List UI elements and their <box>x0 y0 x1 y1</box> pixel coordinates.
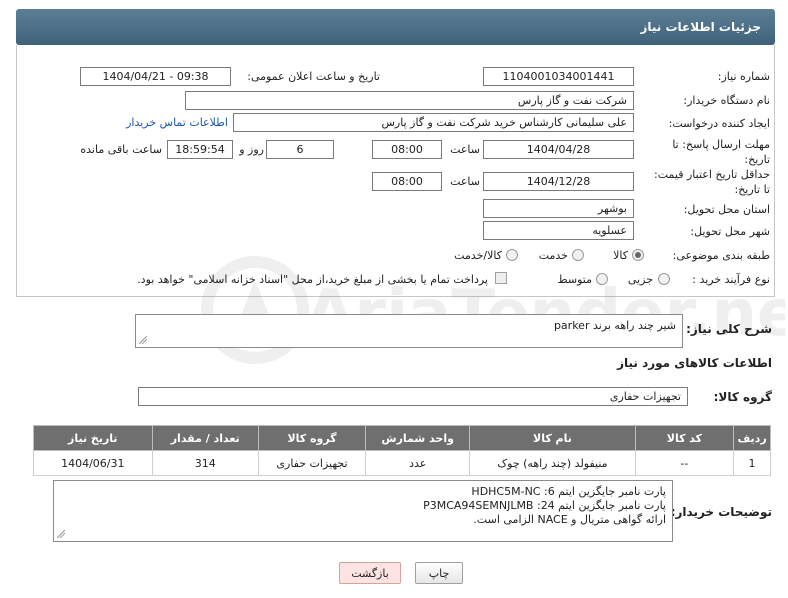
purchase-radio-minor[interactable] <box>658 273 670 285</box>
purchase-type-label: نوع فرآیند خرید : <box>692 273 770 286</box>
treasury-payment-checkbox[interactable] <box>495 272 507 284</box>
purchase-option-minor: جزیی <box>627 273 653 286</box>
col-code: کد کالا <box>634 425 735 451</box>
col-need-date: تاریخ نیاز <box>33 425 153 451</box>
table-row[interactable]: 1 -- منیفولد (چند راهه) چوک عدد تجهیزات … <box>33 450 771 476</box>
validity-time-label: ساعت <box>450 175 480 188</box>
need-number-label: شماره نیاز: <box>717 70 770 83</box>
city-label: شهر محل تحویل: <box>690 225 770 238</box>
category-label: طبقه بندی موضوعی: <box>672 249 770 262</box>
category-option-goods: کالا <box>613 249 628 262</box>
back-button[interactable]: بازگشت <box>339 562 401 584</box>
goods-table: ردیف کد کالا نام کالا واحد شمارش گروه کا… <box>33 425 771 476</box>
buyer-notes-label: توضیحات خریدار: <box>670 505 772 519</box>
buyer-note-line: پارت نامبر جایگزین ایتم 24: P3MCA94SEMNJ… <box>423 499 666 512</box>
creator-field: علی سلیمانی کارشناس خرید شرکت نفت و گاز … <box>233 113 634 132</box>
watermark-logo: AriaTender.neT <box>201 256 785 364</box>
deadline-time-field: 08:00 <box>372 140 442 159</box>
cell-quantity: 314 <box>151 450 259 476</box>
validity-time-field: 08:00 <box>372 172 442 191</box>
print-button[interactable]: چاپ <box>415 562 463 584</box>
province-field: بوشهر <box>483 199 634 218</box>
remaining-time-field: 18:59:54 <box>167 140 233 159</box>
category-option-goods-service: کالا/خدمت <box>454 249 502 262</box>
announce-label: تاریخ و ساعت اعلان عمومی: <box>247 70 380 83</box>
cell-row: 1 <box>733 450 771 476</box>
col-group: گروه کالا <box>257 425 367 451</box>
days-field: 6 <box>266 140 334 159</box>
cell-name: منیفولد (چند راهه) چوک <box>469 450 636 476</box>
buyer-org-field: شرکت نفت و گاز پارس <box>185 91 634 110</box>
cell-code: -- <box>634 450 735 476</box>
panel-header: جزئیات اطلاعات نیاز <box>16 9 775 45</box>
col-quantity: تعداد / مقدار <box>151 425 259 451</box>
validity-date-field: 1404/12/28 <box>483 172 634 191</box>
category-radio-service[interactable] <box>572 249 584 261</box>
description-label: شرح کلی نیاز: <box>686 322 772 336</box>
cell-group: تجهیزات حفاری <box>257 450 367 476</box>
col-name: نام کالا <box>469 425 636 451</box>
buyer-contact-link[interactable]: اطلاعات تماس خریدار <box>100 116 228 129</box>
need-number-field: 1104001034001441 <box>483 67 634 86</box>
buyer-note-line: ارائه گواهی متریال و NACE الزامی است. <box>473 513 666 526</box>
category-radio-goods[interactable] <box>632 249 644 261</box>
col-unit: واحد شمارش <box>365 425 471 451</box>
category-radio-goods-service[interactable] <box>506 249 518 261</box>
cell-need-date: 1404/06/31 <box>33 450 153 476</box>
cell-unit: عدد <box>365 450 471 476</box>
validity-label: حداقل تاریخ اعتبار قیمت: تا تاریخ: <box>654 168 770 196</box>
buyer-notes-textarea[interactable]: پارت نامبر جایگزین ایتم 6: HDHC5M-NC پار… <box>53 480 673 542</box>
province-label: استان محل تحویل: <box>683 203 770 216</box>
description-text: شیر چند راهه برند parker <box>553 319 676 332</box>
purchase-option-medium: متوسط <box>557 273 592 286</box>
page-title: جزئیات اطلاعات نیاز <box>640 20 761 34</box>
days-label: روز و <box>239 143 264 156</box>
city-field: عسلویه <box>483 221 634 240</box>
announce-field: 1404/04/21 - 09:38 <box>80 67 231 86</box>
goods-group-label: گروه کالا: <box>713 390 772 404</box>
col-row: ردیف <box>733 425 771 451</box>
goods-group-field: تجهیزات حفاری <box>138 387 688 406</box>
remaining-label: ساعت باقی مانده <box>80 143 162 156</box>
treasury-payment-note: پرداخت تمام یا بخشی از مبلغ خرید،از محل … <box>137 273 488 286</box>
purchase-radio-medium[interactable] <box>596 273 608 285</box>
buyer-note-line: پارت نامبر جایگزین ایتم 6: HDHC5M-NC <box>471 485 666 498</box>
goods-section-title: اطلاعات کالاهای مورد نیاز <box>617 356 772 370</box>
creator-label: ایجاد کننده درخواست: <box>668 117 770 130</box>
resize-grip-icon[interactable] <box>139 336 147 344</box>
deadline-label: مهلت ارسال پاسخ: تا تاریخ: <box>672 138 770 166</box>
deadline-date-field: 1404/04/28 <box>483 140 634 159</box>
deadline-time-label: ساعت <box>450 143 480 156</box>
description-textarea[interactable]: شیر چند راهه برند parker <box>135 314 683 348</box>
table-header-row: ردیف کد کالا نام کالا واحد شمارش گروه کا… <box>33 425 771 451</box>
resize-grip-icon[interactable] <box>57 530 65 538</box>
buyer-org-label: نام دستگاه خریدار: <box>683 94 770 107</box>
category-option-service: خدمت <box>538 249 568 262</box>
